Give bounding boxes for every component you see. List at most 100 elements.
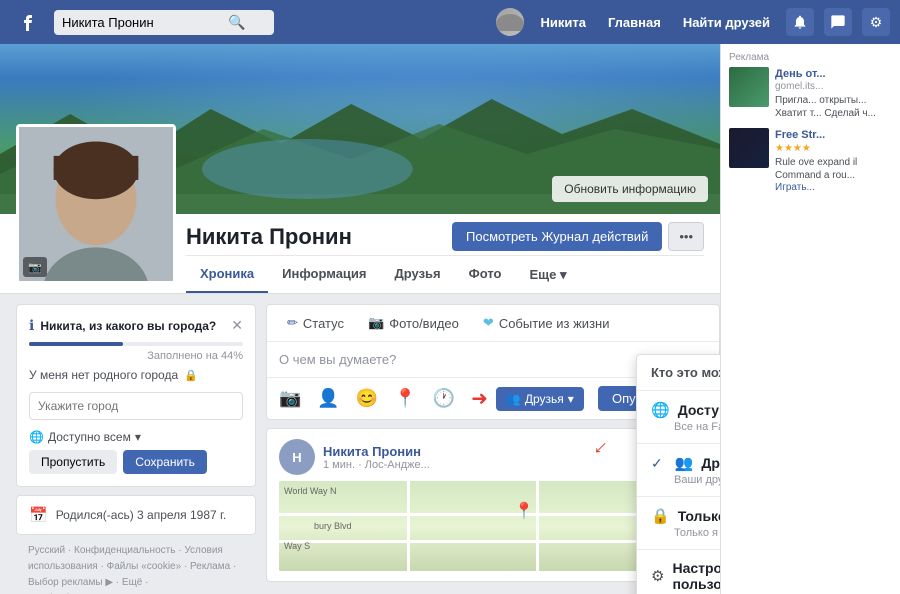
- progress-bar: [29, 342, 243, 346]
- tab-chronicle[interactable]: Хроника: [186, 256, 268, 293]
- more-btn[interactable]: •••: [668, 222, 704, 251]
- post-tabs: ✏ Статус 📷 Фото/видео ❤ Событие из жизни: [267, 305, 719, 342]
- tag-tool-icon[interactable]: 👤: [313, 384, 343, 413]
- privacy-label: Доступно всем: [48, 430, 131, 444]
- nav-home-link[interactable]: Главная: [602, 11, 667, 34]
- profile-actions: Посмотреть Журнал действий •••: [452, 222, 704, 251]
- lock-icon: 🔒: [184, 369, 198, 382]
- right-sidebar: Реклама День от... gomel.its... Пригла..…: [720, 44, 900, 594]
- profile-name-row: Никита Пронин Посмотреть Журнал действий…: [186, 214, 704, 255]
- nav-user-link[interactable]: Никита: [534, 11, 591, 34]
- journal-btn[interactable]: Посмотреть Журнал действий: [452, 222, 662, 251]
- progress-fill: [29, 342, 123, 346]
- tab-friends[interactable]: Друзья: [381, 256, 455, 293]
- dropdown-item-title-2: Только я: [678, 508, 720, 524]
- ad-info-0: День от... gomel.its... Пригла... открыт…: [775, 67, 892, 120]
- audience-item-public[interactable]: 🌐 Доступно всем Все на Facebook и вне ег…: [637, 391, 720, 443]
- city-input[interactable]: [29, 392, 243, 420]
- tab-more[interactable]: Еще ▾: [516, 257, 581, 293]
- audience-btn[interactable]: 👥 Друзья ▾: [496, 387, 584, 411]
- profile-tabs: Хроника Информация Друзья Фото Еще ▾: [186, 255, 704, 293]
- ad-thumb-1: [729, 128, 769, 168]
- profile-info-bar: 📷 Никита Пронин Посмотреть Журнал действ…: [0, 214, 720, 294]
- fb-logo[interactable]: [10, 4, 46, 40]
- footer-links: Русский · Конфиденциальность · Условия и…: [16, 535, 256, 594]
- photo-icon: 📷: [368, 315, 384, 331]
- audience-item-settings[interactable]: ⚙ Настройки пользователя: [637, 550, 720, 594]
- city-widget: ℹ Никита, из какого вы города? ✕ Заполне…: [16, 304, 256, 487]
- check-icon: ✓: [651, 455, 663, 472]
- right-panel: ✏ Статус 📷 Фото/видео ❤ Событие из жизни…: [266, 304, 720, 594]
- search-icon: 🔍: [228, 14, 245, 31]
- ad-item-1[interactable]: Free Str... ★★★★ Rule ove expand il Comm…: [729, 128, 892, 192]
- friends-icon-dropdown: 👥: [675, 454, 694, 472]
- ad-stars-1: ★★★★: [775, 143, 892, 154]
- skip-btn[interactable]: Пропустить: [29, 450, 117, 474]
- birthday-widget: 📅 Родился(-ась) 3 апреля 1987 г.: [16, 495, 256, 535]
- emoji-tool-icon[interactable]: 😊: [352, 384, 382, 413]
- dropdown-item-sub-0: Все на Facebook и вне его: [651, 421, 720, 433]
- friends-icon: 👥: [506, 392, 521, 406]
- chevron-down-icon: ▾: [135, 430, 141, 444]
- life-icon: ❤: [483, 315, 494, 331]
- birthday-icon: 📅: [29, 506, 48, 524]
- ad-section-title: Реклама: [729, 44, 892, 67]
- globe-icon: 🌐: [29, 430, 44, 444]
- nav-avatar: [496, 8, 524, 36]
- top-nav: 🔍 Никита Главная Найти друзей ⚙: [0, 0, 900, 44]
- tab-info[interactable]: Информация: [268, 256, 380, 293]
- dropdown-item-sub-2: Только я: [651, 527, 720, 539]
- location-tool-icon[interactable]: 📍: [390, 384, 420, 413]
- nav-friends-link[interactable]: Найти друзей: [677, 11, 776, 34]
- content-area: ℹ Никита, из какого вы города? ✕ Заполне…: [0, 294, 720, 594]
- ad-desc-0: Пригла... открыты... Хватит т... Сделай …: [775, 94, 892, 120]
- arrow-indicator: ➜: [471, 386, 488, 411]
- profile-avatar: 📷: [16, 124, 176, 284]
- ad-item-0[interactable]: День от... gomel.its... Пригла... открыт…: [729, 67, 892, 120]
- settings-icon-dropdown: ⚙: [651, 567, 664, 585]
- nav-settings-btn[interactable]: ⚙: [862, 8, 890, 36]
- ad-info-1: Free Str... ★★★★ Rule ove expand il Comm…: [775, 128, 892, 192]
- audience-item-friends[interactable]: ✓ 👥 Друзья Ваши друзья на Facebook: [637, 444, 720, 496]
- profile-area: Обновить информацию: [0, 44, 720, 594]
- left-panel: ℹ Никита, из какого вы города? ✕ Заполне…: [16, 304, 256, 594]
- ad-thumb-0: [729, 67, 769, 107]
- post-avatar: Н: [279, 439, 315, 475]
- dropdown-chevron: ▾: [568, 392, 574, 406]
- post-tab-life[interactable]: ❤ Событие из жизни: [471, 305, 622, 341]
- widget-header: ℹ Никита, из какого вы города? ✕: [29, 317, 243, 334]
- no-hometown-row: У меня нет родного города 🔒: [29, 368, 243, 382]
- status-icon: ✏: [287, 315, 298, 331]
- widget-btn-row: Пропустить Сохранить: [29, 450, 243, 474]
- clock-tool-icon[interactable]: 🕐: [429, 384, 459, 413]
- dropdown-item-sub-1: Ваши друзья на Facebook: [651, 474, 720, 486]
- dropdown-item-title-1: Друзья: [701, 455, 720, 471]
- audience-item-only-me[interactable]: 🔒 Только я Только я: [637, 497, 720, 549]
- dropdown-item-title-0: Доступно всем: [678, 402, 720, 418]
- footer-link-text: Русский · Конфиденциальность · Условия и…: [28, 543, 244, 591]
- camera-icon[interactable]: 📷: [23, 257, 47, 277]
- birthday-text: Родился(-ась) 3 апреля 1987 г.: [56, 508, 227, 522]
- nav-notification-btn[interactable]: [786, 8, 814, 36]
- save-btn[interactable]: Сохранить: [123, 450, 207, 474]
- update-info-btn[interactable]: Обновить информацию: [552, 176, 708, 202]
- nav-right: Никита Главная Найти друзей ⚙: [496, 8, 890, 36]
- close-widget-btn[interactable]: ✕: [231, 317, 243, 334]
- tab-photos[interactable]: Фото: [455, 256, 516, 293]
- post-tab-photo[interactable]: 📷 Фото/видео: [356, 305, 471, 341]
- post-tab-status[interactable]: ✏ Статус: [275, 305, 356, 341]
- ad-title-1: Free Str...: [775, 128, 892, 142]
- search-input[interactable]: [62, 15, 222, 30]
- ad-cta-1[interactable]: Играть...: [775, 182, 892, 193]
- audience-dropdown: Кто это может видеть? 🌐 Доступно всем Вс…: [636, 354, 720, 594]
- globe-icon-dropdown: 🌐: [651, 401, 670, 419]
- nav-message-btn[interactable]: [824, 8, 852, 36]
- dropdown-item-title-3: Настройки пользователя: [672, 560, 720, 592]
- privacy-row[interactable]: 🌐 Доступно всем ▾: [29, 430, 243, 444]
- ad-title-0: День от...: [775, 67, 892, 81]
- search-bar[interactable]: 🔍: [54, 10, 274, 35]
- main-layout: Обновить информацию: [0, 44, 900, 594]
- city-widget-title: Никита, из какого вы города?: [40, 319, 216, 333]
- photo-tool-icon[interactable]: 📷: [275, 384, 305, 413]
- no-hometown-text: У меня нет родного города: [29, 368, 178, 382]
